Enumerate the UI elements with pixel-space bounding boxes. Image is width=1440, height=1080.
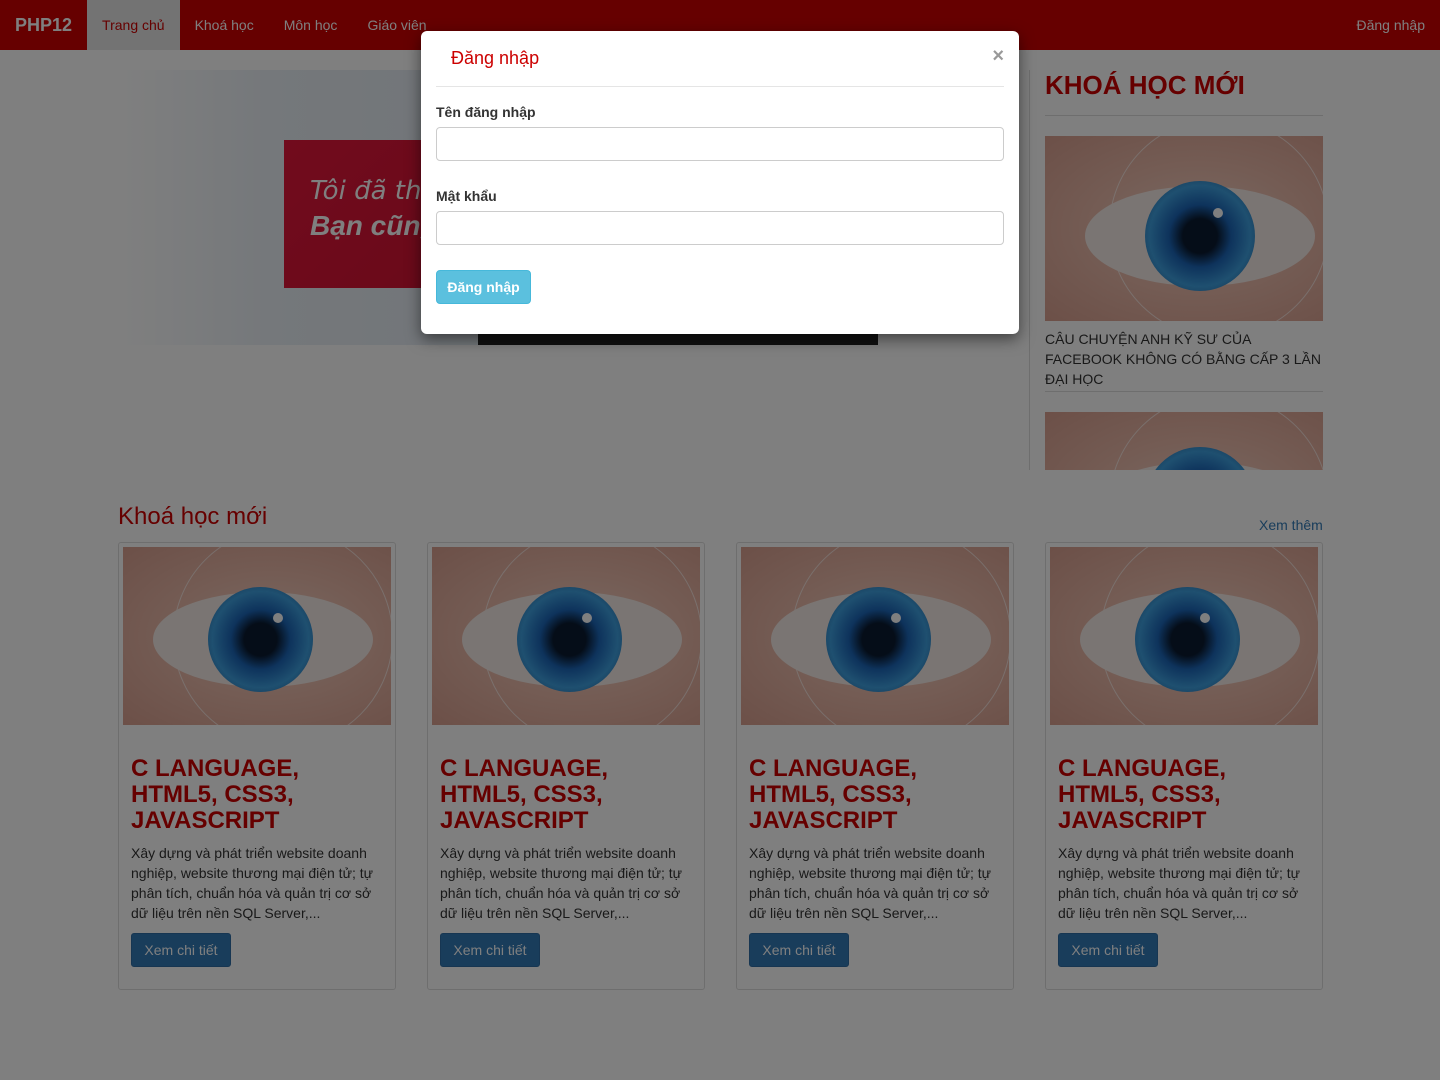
password-input[interactable] <box>436 211 1004 245</box>
close-icon[interactable]: × <box>992 45 1004 68</box>
username-input[interactable] <box>436 127 1004 161</box>
modal-header: Đăng nhập × <box>436 31 1004 87</box>
login-modal: Đăng nhập × Tên đăng nhập Mật khẩu Đăng … <box>421 31 1019 334</box>
modal-title: Đăng nhập <box>451 48 540 68</box>
password-label: Mật khẩu <box>436 188 497 204</box>
username-label: Tên đăng nhập <box>436 104 536 120</box>
login-submit-button[interactable]: Đăng nhập <box>436 270 531 304</box>
